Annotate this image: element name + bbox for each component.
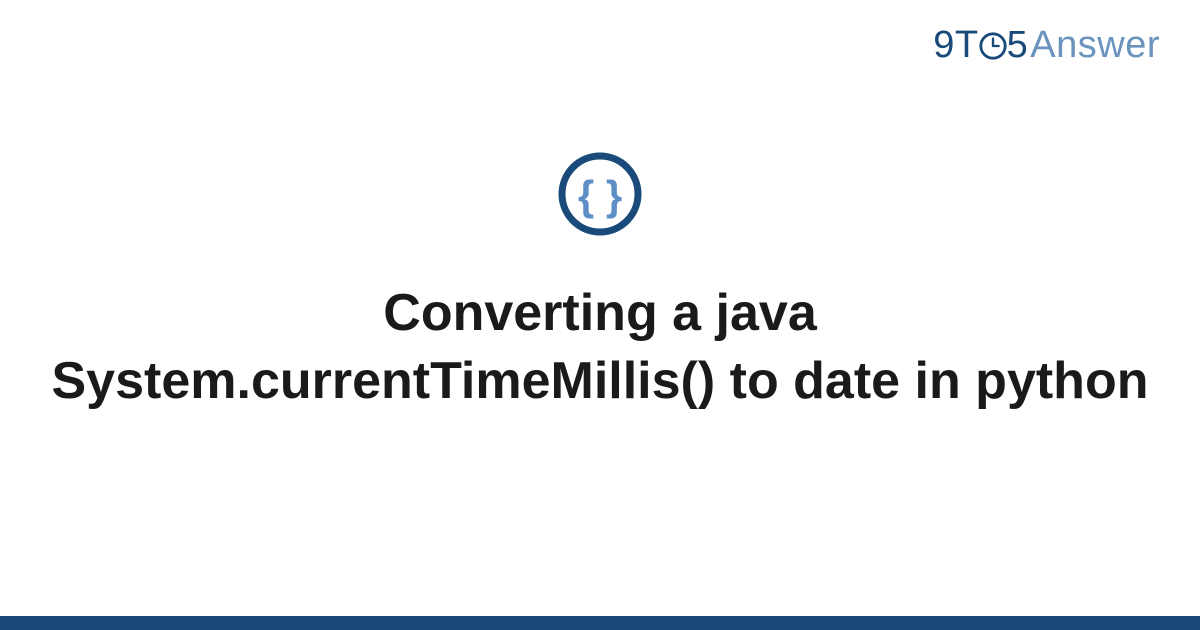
clock-icon bbox=[978, 31, 1008, 61]
logo-answer: Answer bbox=[1030, 24, 1160, 67]
logo-t: T bbox=[955, 24, 979, 67]
logo-five: 5 bbox=[1007, 24, 1029, 67]
logo-nine: 9 bbox=[933, 24, 955, 67]
bottom-accent-bar bbox=[0, 616, 1200, 630]
svg-text:{ }: { } bbox=[578, 172, 622, 219]
site-logo: 9 T 5 Answer bbox=[933, 24, 1160, 67]
code-braces-icon: { } bbox=[556, 150, 644, 238]
page-title: Converting a java System.currentTimeMill… bbox=[50, 280, 1150, 415]
